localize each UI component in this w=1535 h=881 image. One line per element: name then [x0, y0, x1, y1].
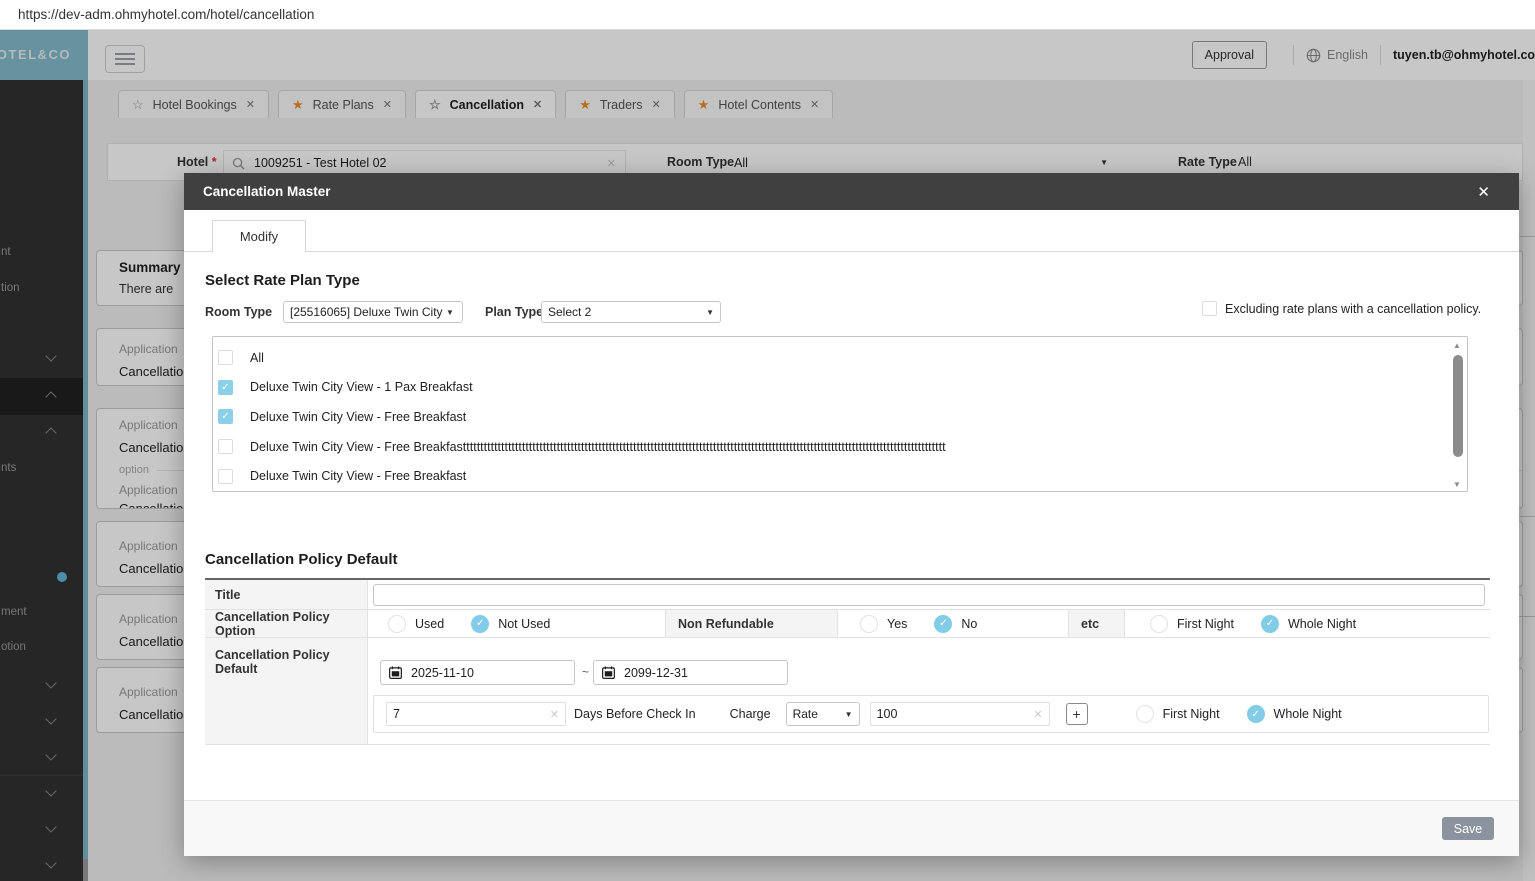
plan-type-selected-value: Select 2 — [548, 305, 592, 319]
modal-header: Cancellation Master ✕ — [184, 173, 1519, 210]
rate-plan-checkbox[interactable] — [218, 350, 233, 366]
scroll-down-icon[interactable]: ▼ — [1453, 480, 1461, 489]
rate-plan-row: Deluxe Twin City View - Free Breakfasttt… — [218, 432, 1447, 462]
rate-plan-checkbox[interactable] — [218, 468, 233, 484]
chevron-down-icon: ▼ — [706, 307, 714, 317]
rate-plan-label: Deluxe Twin City View - Free Breakfast — [250, 409, 467, 424]
rate-plan-row: All — [218, 343, 1447, 373]
rate-plan-row: ✓ Deluxe Twin City View - 1 Pax Breakfas… — [218, 373, 1447, 403]
modal-room-type-label: Room Type — [205, 305, 273, 319]
title-input[interactable] — [373, 583, 1485, 606]
clear-icon[interactable]: ✕ — [550, 708, 559, 721]
rate-plan-row: ✓ Deluxe Twin City View - Free Breakfast — [218, 402, 1447, 432]
close-icon[interactable]: ✕ — [1477, 183, 1490, 201]
tab-modify[interactable]: Modify — [212, 220, 306, 253]
add-rule-button[interactable]: + — [1065, 703, 1088, 725]
policy-table: Title Cancellation Policy Option Used ✓ … — [205, 578, 1490, 745]
chevron-down-icon: ▼ — [844, 709, 853, 719]
etc-whole-night-radio[interactable]: ✓ — [1260, 614, 1279, 633]
whole-night-radio[interactable]: ✓ — [1246, 705, 1265, 723]
policy-default-content: 2025-11-10 ~ 2099-12-31 7 ✕ Days Before … — [368, 638, 1490, 744]
days-field: ✕ — [386, 702, 566, 726]
first-night-radio[interactable] — [1135, 705, 1154, 723]
charge-type-select[interactable]: Rate ▼ — [785, 702, 860, 726]
days-input[interactable] — [393, 707, 543, 721]
modal-room-type-select[interactable]: [25516065] Deluxe Twin City View ▼ — [283, 301, 463, 323]
etc-whole-night-label: Whole Night — [1287, 616, 1357, 631]
modal-plan-type-select[interactable]: Select 2 ▼ — [541, 301, 721, 323]
charge-type-value: Rate — [792, 707, 818, 721]
section-title-rate-plan: Select Rate Plan Type — [205, 272, 360, 289]
modal-tab-strip: Modify — [184, 210, 1519, 253]
used-label: Used — [415, 616, 445, 631]
excluding-label: Excluding rate plans with a cancellation… — [1225, 301, 1482, 316]
date-from-input[interactable]: 2025-11-10 — [380, 660, 575, 685]
cancellation-master-modal: Cancellation Master ✕ Modify Select Rate… — [184, 173, 1519, 856]
whole-night-label: Whole Night — [1273, 707, 1342, 721]
charge-rule-row: ✕ Days Before Check In Charge Rate ▼ ✕ + — [373, 695, 1489, 733]
modal-footer: Save — [184, 800, 1519, 856]
calendar-icon — [602, 666, 615, 679]
no-radio[interactable]: ✓ — [934, 614, 953, 633]
not-used-label: Not Used — [498, 616, 551, 631]
rate-plan-list: ▲ ▼ All ✓ Deluxe Twin City View - 1 Pax … — [212, 336, 1468, 492]
charge-label: Charge — [729, 707, 771, 721]
page-url[interactable]: https://dev-adm.ohmyhotel.com/hotel/canc… — [18, 7, 314, 22]
date-from-value: 2025-11-10 — [411, 665, 475, 680]
etc-label: etc — [1068, 610, 1125, 637]
title-row: Title — [205, 580, 1490, 610]
date-to-value: 2099-12-31 — [624, 665, 688, 680]
scroll-up-icon[interactable]: ▲ — [1453, 341, 1461, 350]
charge-amount-field: ✕ — [869, 702, 1050, 726]
no-label: No — [961, 616, 978, 631]
title-label: Title — [205, 580, 368, 609]
modal-plan-type-label: Plan Type — [485, 305, 544, 319]
etc-first-night-label: First Night — [1177, 616, 1234, 631]
policy-default-row: Cancellation Policy Default 2025-11-10 ~ — [205, 638, 1490, 745]
date-range-separator: ~ — [582, 665, 590, 679]
rate-plan-checkbox[interactable]: ✓ — [218, 409, 233, 425]
yes-radio[interactable] — [860, 614, 878, 633]
section-title-policy-default: Cancellation Policy Default — [205, 551, 398, 568]
rate-plan-label: Deluxe Twin City View - Free Breakfasttt… — [250, 439, 946, 454]
rate-plan-label: Deluxe Twin City View - Free Breakfast — [250, 469, 467, 484]
room-type-selected-value: [25516065] Deluxe Twin City View — [290, 305, 446, 319]
screen: https://dev-adm.ohmyhotel.com/hotel/canc… — [0, 0, 1535, 881]
non-refundable-label: Non Refundable — [665, 610, 838, 637]
rate-plan-label: Deluxe Twin City View - 1 Pax Breakfast — [250, 380, 473, 395]
etc-first-night-radio[interactable] — [1150, 614, 1168, 633]
excluding-policy-option: Excluding rate plans with a cancellation… — [1202, 301, 1481, 316]
policy-option-row: Cancellation Policy Option Used ✓ Not Us… — [205, 610, 1490, 638]
first-night-label: First Night — [1162, 707, 1220, 721]
date-to-input[interactable]: 2099-12-31 — [593, 660, 788, 685]
not-used-radio[interactable]: ✓ — [471, 614, 490, 633]
save-button[interactable]: Save — [1442, 817, 1494, 840]
yes-label: Yes — [887, 616, 908, 631]
calendar-icon — [389, 666, 402, 679]
rate-plan-label: All — [250, 350, 264, 365]
modal-title: Cancellation Master — [203, 184, 331, 199]
rate-plan-checkbox[interactable] — [218, 439, 233, 455]
days-before-checkin-label: Days Before Check In — [574, 707, 696, 721]
list-scrollbar: ▲ ▼ — [1452, 341, 1464, 489]
used-radio[interactable] — [388, 614, 406, 633]
clear-icon[interactable]: ✕ — [1033, 708, 1042, 721]
rate-plan-row: Deluxe Twin City View - Free Breakfast — [218, 461, 1447, 491]
charge-amount-input[interactable] — [876, 707, 1027, 721]
browser-url-bar[interactable]: https://dev-adm.ohmyhotel.com/hotel/canc… — [0, 0, 1535, 30]
chevron-down-icon: ▼ — [446, 307, 454, 317]
scrollbar-thumb[interactable] — [1453, 355, 1463, 457]
policy-default-label: Cancellation Policy Default — [205, 638, 368, 744]
rate-plan-checkbox[interactable]: ✓ — [218, 379, 233, 395]
policy-option-label: Cancellation Policy Option — [205, 610, 368, 638]
excluding-checkbox[interactable] — [1202, 301, 1217, 316]
